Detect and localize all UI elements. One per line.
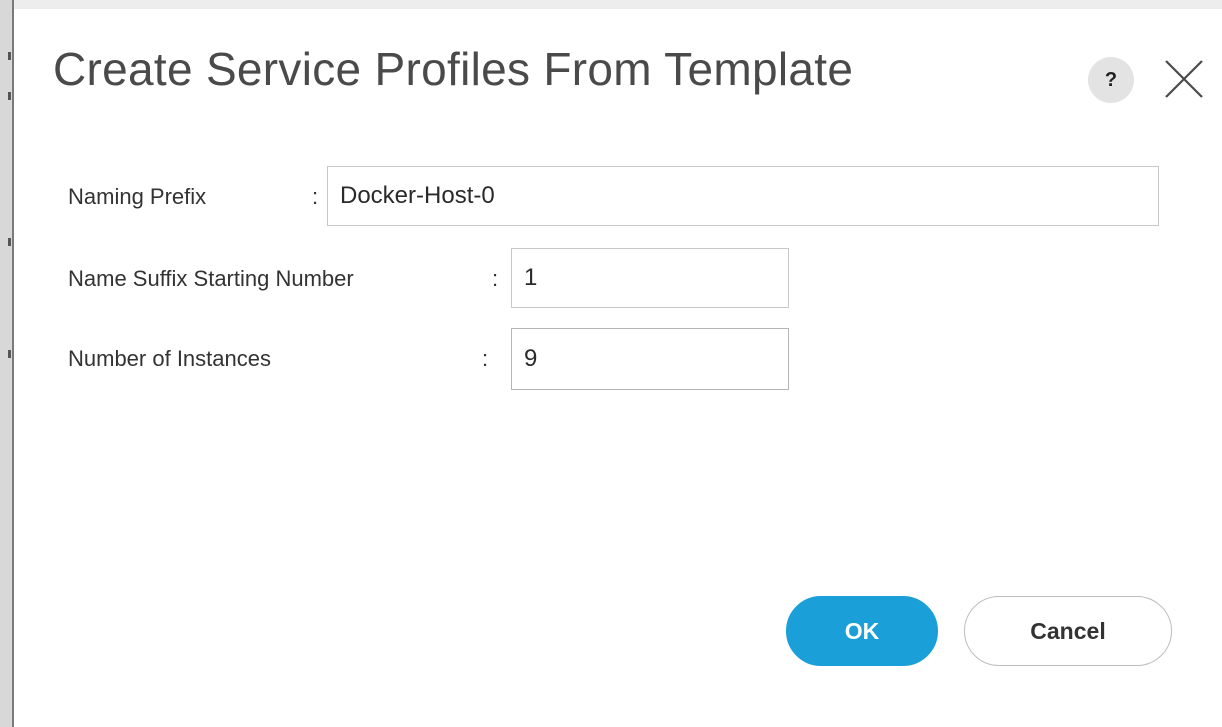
help-icon: ?: [1104, 69, 1118, 91]
background-window-edge: [0, 0, 14, 727]
suffix-start-colon: :: [492, 266, 499, 291]
ok-button[interactable]: OK: [786, 596, 938, 666]
dialog-title: Create Service Profiles From Template: [53, 43, 854, 95]
naming-prefix-colon: :: [312, 184, 319, 209]
cancel-button[interactable]: Cancel: [964, 596, 1172, 666]
close-button[interactable]: [1158, 53, 1210, 105]
instances-label: Number of Instances: [68, 346, 271, 371]
instances-colon: :: [482, 346, 489, 371]
instances-input[interactable]: [511, 328, 789, 390]
create-service-profiles-dialog: Create Service Profiles From Template ? …: [14, 9, 1222, 727]
naming-prefix-label: Naming Prefix: [68, 184, 207, 209]
close-icon: [1165, 60, 1203, 98]
suffix-start-input[interactable]: [511, 248, 789, 308]
naming-prefix-input[interactable]: [327, 166, 1159, 226]
help-button[interactable]: ?: [1088, 57, 1134, 103]
suffix-start-label: Name Suffix Starting Number: [68, 266, 354, 291]
